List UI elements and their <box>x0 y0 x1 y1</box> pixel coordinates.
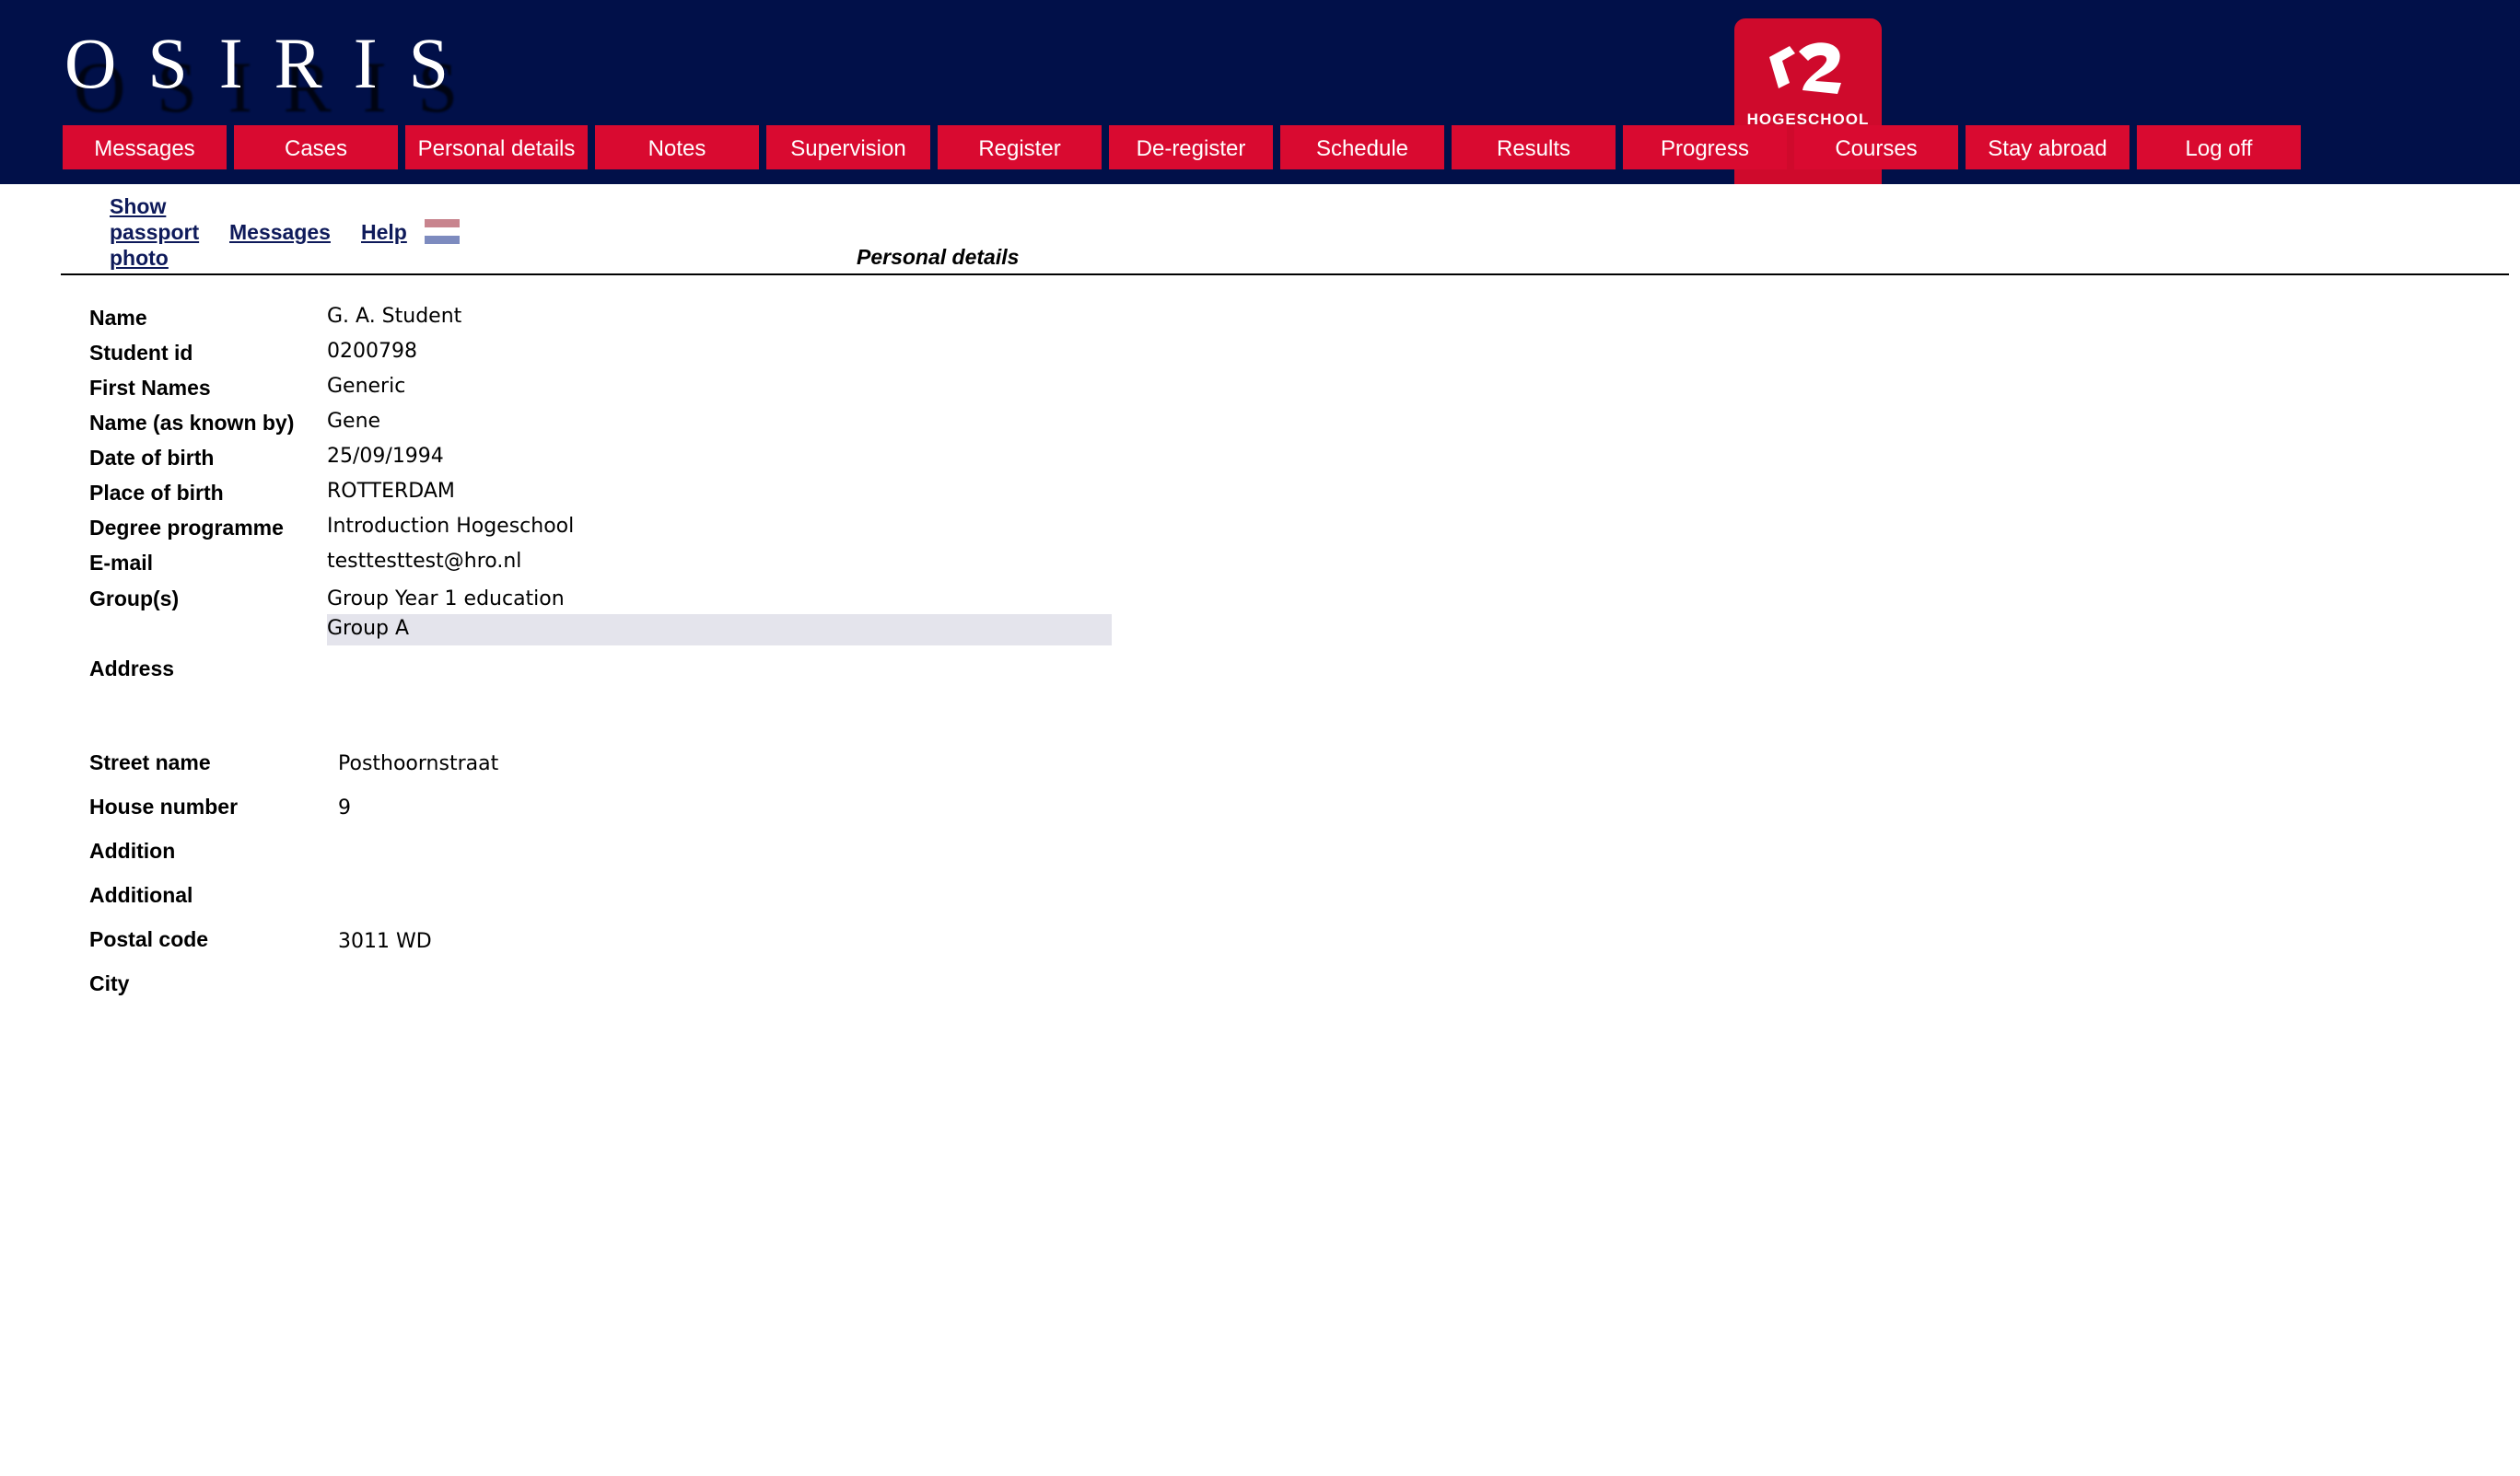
nav-results[interactable]: Results <box>1452 125 1616 169</box>
field-value-place-of-birth: ROTTERDAM <box>327 480 455 503</box>
group-row-highlight <box>327 614 1112 645</box>
field-label-house-number: House number <box>89 795 239 819</box>
show-passport-photo-link[interactable]: Show passport photo <box>110 193 199 271</box>
field-label-city: City <box>89 971 130 995</box>
help-link[interactable]: Help <box>361 219 407 245</box>
field-label-degree-programme: Degree programme <box>89 516 284 540</box>
field-label-additional: Additional <box>89 883 193 907</box>
netherlands-flag-icon[interactable] <box>425 219 460 244</box>
field-label-name: Name <box>89 306 147 330</box>
messages-link[interactable]: Messages <box>229 219 331 245</box>
field-value-group-1: Group Year 1 education <box>327 587 565 610</box>
field-label-addition: Addition <box>89 839 176 863</box>
field-label-place-of-birth: Place of birth <box>89 481 224 505</box>
nav-notes[interactable]: Notes <box>595 125 759 169</box>
field-value-house-number: 9 <box>338 796 351 819</box>
hogeschool-logo-icon <box>1769 42 1841 94</box>
field-value-group-2: Group A <box>327 617 410 640</box>
field-value-known-as: Gene <box>327 410 381 433</box>
field-value-degree-programme: Introduction Hogeschool <box>327 515 575 538</box>
header-bar: OSIRIS OSIRIS HOGESCHOOL 1 Messages Case… <box>0 0 2520 184</box>
nav-messages[interactable]: Messages <box>63 125 227 169</box>
nav-register[interactable]: Register <box>938 125 1102 169</box>
address-heading: Address <box>89 657 175 680</box>
field-value-student-id: 0200798 <box>327 340 417 363</box>
nav-progress[interactable]: Progress <box>1623 125 1787 169</box>
header-divider <box>61 273 2509 275</box>
nav-schedule[interactable]: Schedule <box>1280 125 1444 169</box>
field-value-email: testtesttest@hro.nl <box>327 550 522 573</box>
field-label-student-id: Student id <box>89 341 193 365</box>
field-label-street-name: Street name <box>89 750 211 774</box>
nav-stay-abroad[interactable]: Stay abroad <box>1966 125 2129 169</box>
nav-cases[interactable]: Cases <box>234 125 398 169</box>
nav-personal-details[interactable]: Personal details <box>405 125 588 169</box>
field-label-email: E-mail <box>89 551 154 575</box>
logo-text: OSIRIS <box>64 23 481 103</box>
osiris-logo: OSIRIS OSIRIS <box>64 23 497 123</box>
nav-de-register[interactable]: De-register <box>1109 125 1273 169</box>
field-value-name: G. A. Student <box>327 305 462 328</box>
field-label-groups: Group(s) <box>89 587 180 610</box>
nav-log-off[interactable]: Log off <box>2137 125 2301 169</box>
show-passport-photo-line3: photo <box>110 246 169 270</box>
nav-courses[interactable]: Courses <box>1794 125 1958 169</box>
show-passport-photo-line1: Show <box>110 194 167 218</box>
page-title: Personal details <box>857 245 1020 269</box>
field-label-known-as: Name (as known by) <box>89 411 295 435</box>
nav-supervision[interactable]: Supervision <box>766 125 930 169</box>
field-value-street-name: Posthoornstraat <box>338 752 499 775</box>
field-label-first-names: First Names <box>89 376 211 400</box>
field-label-date-of-birth: Date of birth <box>89 446 215 470</box>
field-label-postal-code: Postal code <box>89 927 209 951</box>
field-value-first-names: Generic <box>327 375 406 398</box>
field-value-date-of-birth: 25/09/1994 <box>327 445 444 468</box>
show-passport-photo-line2: passport <box>110 220 200 244</box>
field-value-postal-code: 3011 WD <box>338 930 432 953</box>
